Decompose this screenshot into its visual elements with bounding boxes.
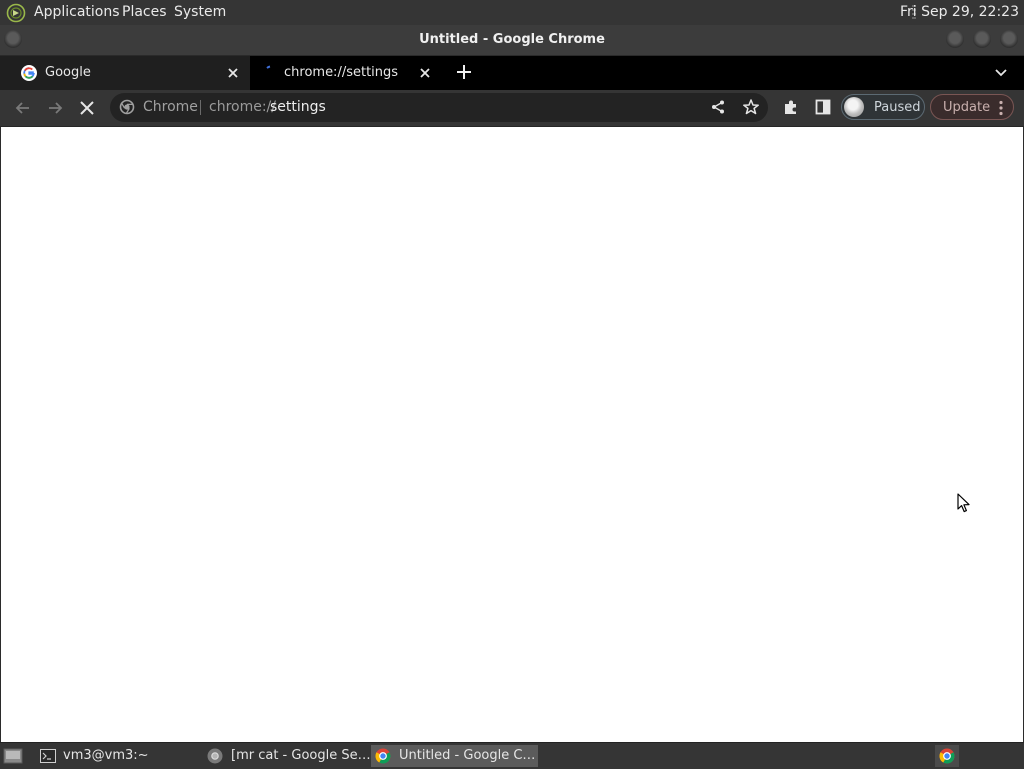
chrome-icon bbox=[939, 748, 955, 764]
new-tab-plus-icon[interactable] bbox=[455, 63, 473, 81]
stop-loading-x-icon[interactable] bbox=[77, 98, 97, 118]
omnibox-chip-label: Chrome bbox=[143, 99, 198, 115]
window-titlebar[interactable]: Untitled - Google Chrome bbox=[0, 25, 1024, 56]
window-title: Untitled - Google Chrome bbox=[419, 32, 605, 47]
chrome-icon bbox=[375, 748, 391, 764]
close-window-button[interactable] bbox=[1000, 30, 1018, 48]
clock[interactable]: Fri Sep 29, 22:23 bbox=[900, 4, 1019, 20]
menu-system[interactable]: System bbox=[174, 4, 226, 20]
taskbar-item-label: vm3@vm3:~ bbox=[63, 748, 149, 763]
mouse-pointer-icon bbox=[957, 493, 971, 513]
more-menu-dots-icon[interactable] bbox=[996, 98, 1006, 118]
url-path-text: settings bbox=[270, 99, 326, 115]
back-arrow-icon[interactable] bbox=[13, 98, 33, 118]
profile-status-label: Paused bbox=[874, 100, 921, 115]
share-icon[interactable] bbox=[710, 99, 726, 115]
profile-avatar bbox=[844, 97, 864, 117]
menu-places[interactable]: Places bbox=[122, 4, 167, 20]
terminal-icon bbox=[40, 749, 56, 763]
minimize-button[interactable] bbox=[946, 30, 964, 48]
taskbar-item-label: Untitled - Google C… bbox=[399, 748, 536, 763]
loading-spinner-icon bbox=[264, 65, 280, 81]
tray-chrome-button[interactable] bbox=[935, 745, 959, 767]
forward-arrow-icon[interactable] bbox=[45, 98, 65, 118]
chrome-icon bbox=[207, 748, 223, 764]
update-label: Update bbox=[943, 100, 991, 115]
url-scheme-text: chrome:// bbox=[209, 99, 276, 115]
page-content-area[interactable] bbox=[1, 127, 1023, 742]
side-panel-icon[interactable] bbox=[814, 98, 832, 116]
menu-applications[interactable]: Applications bbox=[34, 4, 120, 20]
taskbar-item-label: [mr cat - Google Se… bbox=[231, 748, 371, 763]
chrome-page-info-icon[interactable] bbox=[119, 99, 135, 115]
tab-search-chevron-down-icon[interactable] bbox=[993, 64, 1009, 80]
google-g-icon bbox=[21, 65, 37, 81]
show-desktop-icon[interactable] bbox=[3, 747, 23, 765]
distro-logo-icon[interactable] bbox=[6, 3, 26, 23]
tab-title: Google bbox=[45, 65, 91, 80]
top-panel: Applications Places System Fri Sep 29, 2… bbox=[0, 0, 1024, 25]
tab-settings[interactable]: chrome://settings bbox=[252, 56, 442, 90]
tab-google[interactable]: Google bbox=[0, 56, 250, 90]
omnibox-separator bbox=[200, 100, 201, 115]
tab-title: chrome://settings bbox=[284, 65, 399, 80]
tab-close-icon[interactable] bbox=[225, 65, 241, 81]
maximize-button[interactable] bbox=[973, 30, 991, 48]
extensions-puzzle-icon[interactable] bbox=[782, 98, 800, 116]
bookmark-star-icon[interactable] bbox=[742, 98, 760, 116]
tab-strip: Google chrome://settings bbox=[0, 56, 1024, 90]
tab-close-icon[interactable] bbox=[417, 65, 433, 81]
